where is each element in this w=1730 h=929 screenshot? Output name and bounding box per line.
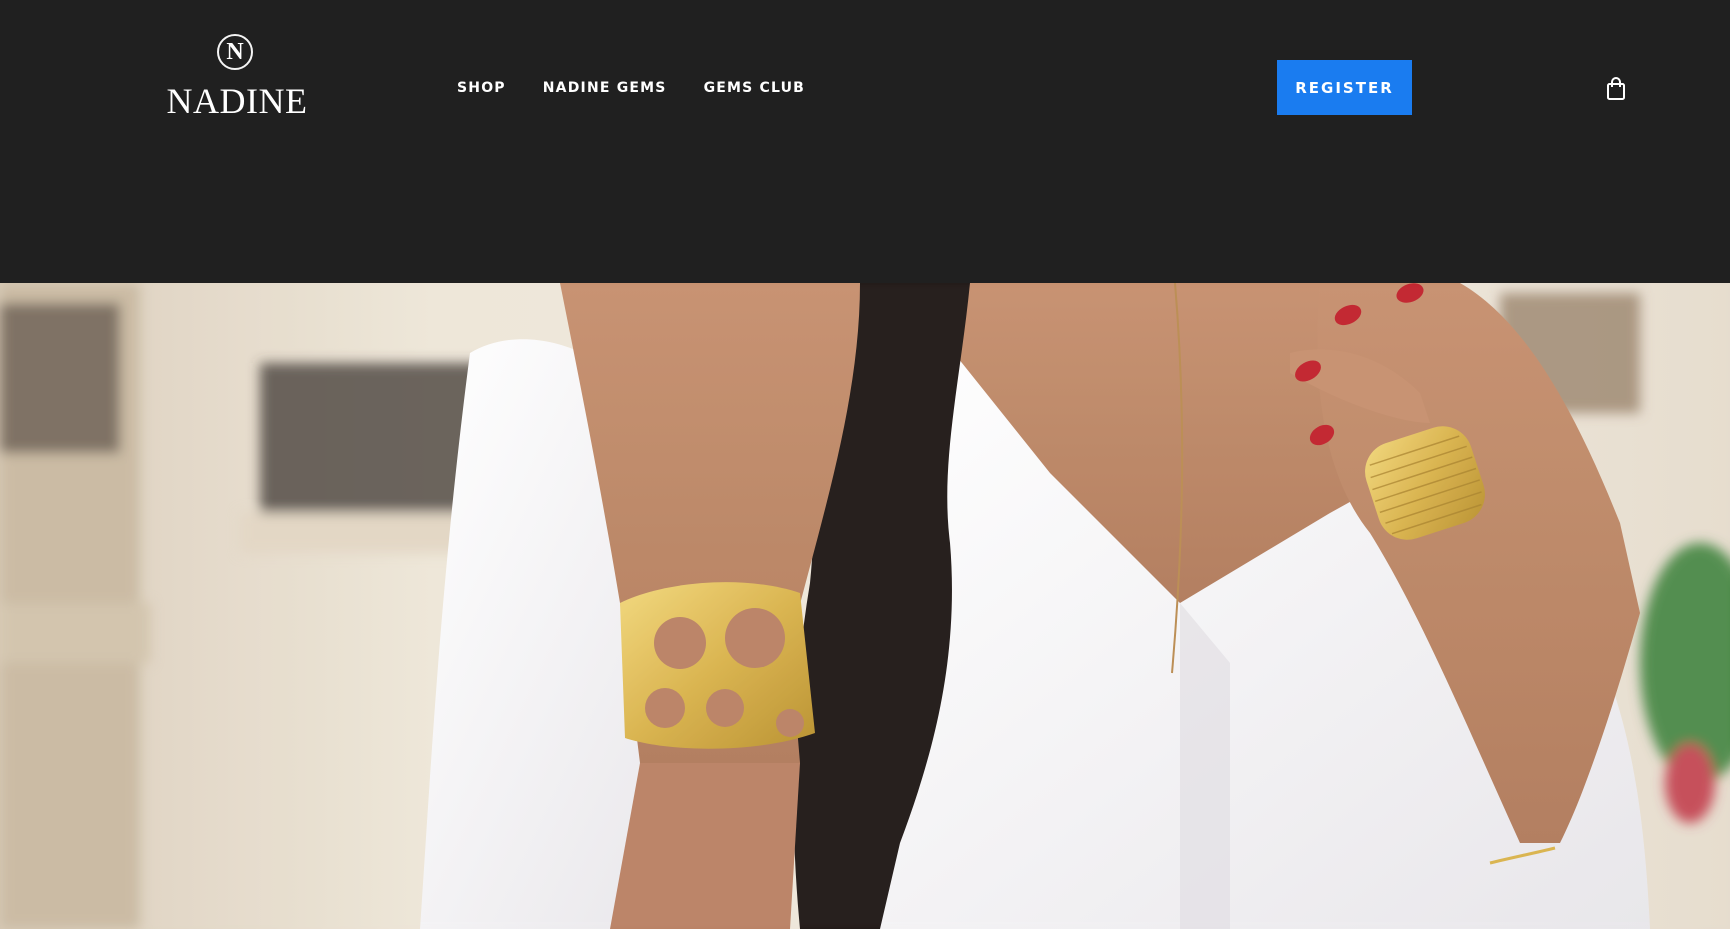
site-header: N NADINE SHOP NADINE GEMS GEMS CLUB REGI… bbox=[0, 0, 1730, 283]
nav-item-nadine-gems[interactable]: NADINE GEMS bbox=[543, 80, 667, 96]
brand-name: NADINE bbox=[166, 81, 308, 121]
nav-item-gems-club[interactable]: GEMS CLUB bbox=[704, 80, 805, 96]
main-nav: SHOP NADINE GEMS GEMS CLUB bbox=[457, 78, 842, 98]
brand-logo[interactable]: N NADINE bbox=[158, 31, 316, 129]
register-button[interactable]: REGISTER bbox=[1277, 60, 1412, 115]
hero-image bbox=[0, 283, 1730, 929]
nav-item-shop[interactable]: SHOP bbox=[457, 80, 506, 96]
shopping-bag-icon[interactable] bbox=[1604, 76, 1628, 102]
brand-monogram: N bbox=[217, 34, 253, 70]
